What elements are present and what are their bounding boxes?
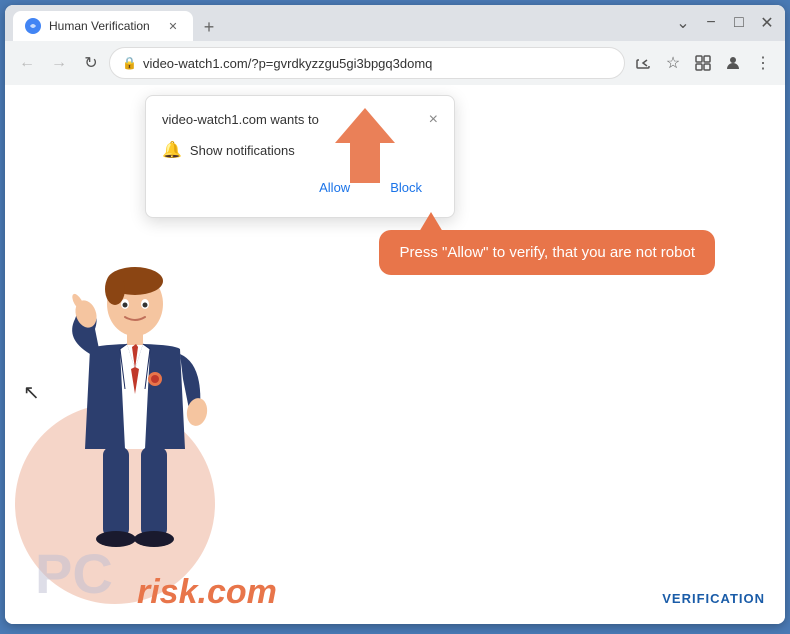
notification-popup: video-watch1.com wants to × 🔔 Show notif… xyxy=(145,95,455,218)
chevron-down-icon[interactable]: ⌄ xyxy=(673,13,693,33)
verification-badge: VERIFICATION xyxy=(662,591,765,606)
extensions-button[interactable] xyxy=(689,49,717,77)
active-tab[interactable]: Human Verification ✕ xyxy=(13,11,193,41)
speech-bubble-text: Press "Allow" to verify, that you are no… xyxy=(399,244,695,261)
page-content: video-watch1.com wants to × 🔔 Show notif… xyxy=(5,85,785,624)
bell-icon: 🔔 xyxy=(162,140,182,160)
tab-favicon xyxy=(25,18,41,34)
title-bar: Human Verification ✕ + ⌄ − □ ✕ xyxy=(5,5,785,41)
window-controls: ⌄ − □ ✕ xyxy=(673,13,777,33)
nav-bar: ← → ↻ 🔒 video-watch1.com/?p=gvrdkyzzgu5g… xyxy=(5,41,785,85)
lock-icon: 🔒 xyxy=(122,56,137,70)
forward-button[interactable]: → xyxy=(45,49,73,77)
tab-title: Human Verification xyxy=(49,19,157,33)
speech-bubble: Press "Allow" to verify, that you are no… xyxy=(379,230,715,275)
account-button[interactable] xyxy=(719,49,747,77)
notification-label: Show notifications xyxy=(190,143,295,158)
url-text: video-watch1.com/?p=gvrdkyzzgu5gi3bpgq3d… xyxy=(143,56,612,71)
new-tab-button[interactable]: + xyxy=(195,13,223,41)
menu-button[interactable]: ⋮ xyxy=(749,49,777,77)
popup-title: video-watch1.com wants to xyxy=(162,112,319,127)
man-character xyxy=(35,249,235,594)
back-button[interactable]: ← xyxy=(13,49,41,77)
minimize-button[interactable]: − xyxy=(701,14,721,32)
nav-actions: ☆ ⋮ xyxy=(629,49,777,77)
address-bar[interactable]: 🔒 video-watch1.com/?p=gvrdkyzzgu5gi3bpgq… xyxy=(109,47,625,79)
tab-close-button[interactable]: ✕ xyxy=(165,18,181,34)
maximize-button[interactable]: □ xyxy=(729,14,749,32)
refresh-button[interactable]: ↻ xyxy=(77,49,105,77)
mouse-cursor: ↖ xyxy=(23,380,40,405)
close-window-button[interactable]: ✕ xyxy=(757,13,777,33)
popup-close-button[interactable]: × xyxy=(429,112,438,128)
browser-window: Human Verification ✕ + ⌄ − □ ✕ ← → ↻ 🔒 v… xyxy=(5,5,785,624)
bookmark-button[interactable]: ☆ xyxy=(659,49,687,77)
tab-area: Human Verification ✕ + xyxy=(13,5,669,41)
share-button[interactable] xyxy=(629,49,657,77)
